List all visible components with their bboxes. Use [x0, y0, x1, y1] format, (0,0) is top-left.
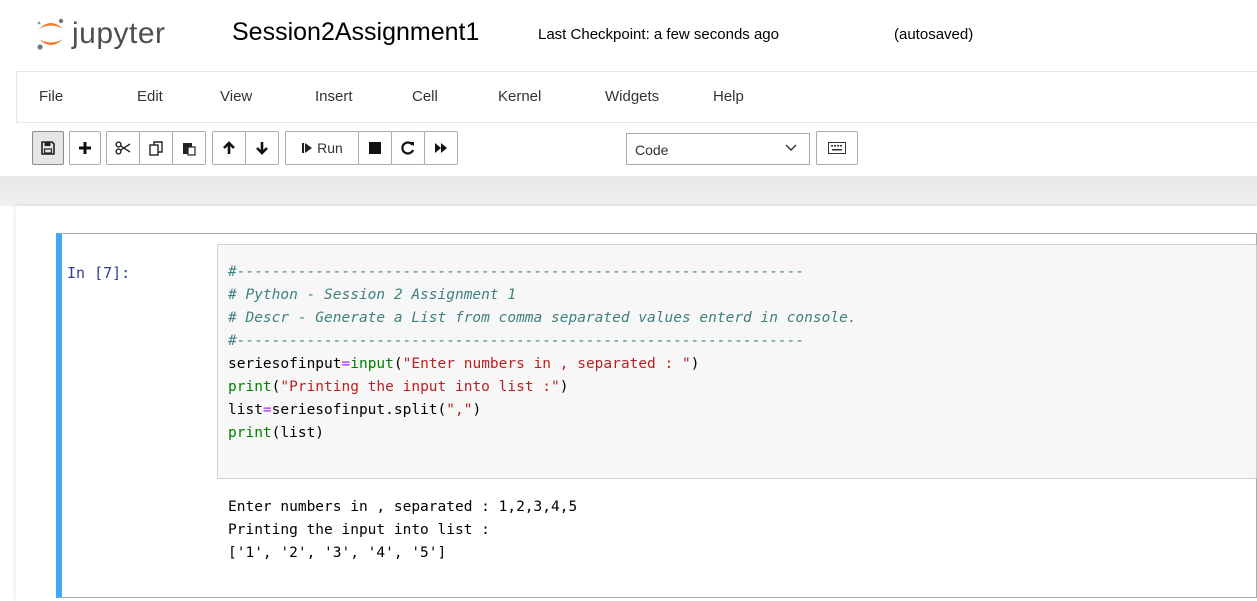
copy-icon	[149, 140, 163, 156]
menu-view[interactable]: View	[220, 88, 252, 105]
code-line: # Python - Session 2 Assignment 1	[228, 287, 517, 303]
command-palette-button[interactable]	[816, 131, 858, 165]
output-line: Enter numbers in , separated : 1,2,3,4,5	[228, 499, 578, 515]
code-line: print("Printing the input into list :")	[228, 379, 569, 395]
output-line: Printing the input into list :	[228, 522, 490, 538]
stop-icon	[369, 142, 381, 154]
code-content[interactable]: #---------------------------------------…	[228, 261, 857, 445]
paste-icon	[183, 142, 196, 156]
restart-run-all-button[interactable]	[424, 131, 458, 165]
arrow-up-icon	[223, 141, 235, 154]
save-button[interactable]	[32, 131, 64, 165]
menu-file[interactable]: File	[39, 88, 63, 105]
copy-button[interactable]	[139, 131, 173, 165]
menu-edit[interactable]: Edit	[137, 88, 163, 105]
code-line: print(list)	[228, 425, 325, 441]
fast-forward-icon	[435, 143, 447, 153]
run-button[interactable]: Run	[285, 131, 359, 165]
menu-cell[interactable]: Cell	[412, 88, 438, 105]
checkpoint-status: Last Checkpoint: a few seconds ago	[538, 26, 779, 43]
output-line: ['1', '2', '3', '4', '5']	[228, 545, 447, 561]
arrow-down-icon	[256, 142, 268, 155]
step-forward-icon	[302, 143, 313, 153]
jupyter-logo-text: jupyter	[72, 17, 166, 50]
restart-icon	[401, 141, 415, 155]
insert-cell-button[interactable]	[69, 131, 101, 165]
menu-bar: File Edit View Insert Cell Kernel Widget…	[16, 71, 1257, 123]
jupyter-logo[interactable]: jupyter	[36, 14, 166, 54]
toolbar-separator-band	[0, 176, 1257, 206]
code-line: # Descr - Generate a List from comma sep…	[228, 310, 857, 326]
menu-insert[interactable]: Insert	[315, 88, 353, 105]
paste-button[interactable]	[172, 131, 206, 165]
scissors-icon	[115, 141, 131, 155]
chevron-down-icon	[785, 144, 797, 151]
cut-button[interactable]	[106, 131, 140, 165]
cell-output: Enter numbers in , separated : 1,2,3,4,5…	[228, 496, 577, 565]
notebook-header: jupyter Session2Assignment1 Last Checkpo…	[0, 0, 1257, 68]
move-up-button[interactable]	[212, 131, 246, 165]
autosave-status: (autosaved)	[894, 26, 974, 43]
jupyter-logo-icon	[36, 17, 66, 51]
save-icon	[41, 141, 55, 155]
menu-widgets[interactable]: Widgets	[605, 88, 659, 105]
menu-kernel[interactable]: Kernel	[498, 88, 541, 105]
cell-type-value: Code	[635, 142, 669, 158]
plus-icon	[79, 142, 91, 154]
cell-type-select[interactable]: Code	[626, 133, 810, 165]
menu-help[interactable]: Help	[713, 88, 744, 105]
code-line: #---------------------------------------…	[228, 264, 805, 280]
code-line: list=seriesofinput.split(",")	[228, 402, 482, 418]
interrupt-kernel-button[interactable]	[358, 131, 392, 165]
code-line: #---------------------------------------…	[228, 333, 805, 349]
keyboard-icon	[828, 142, 846, 154]
input-prompt: In [7]:	[67, 264, 131, 282]
restart-kernel-button[interactable]	[391, 131, 425, 165]
run-button-label: Run	[317, 140, 343, 156]
code-line: seriesofinput=input("Enter numbers in , …	[228, 356, 700, 372]
move-down-button[interactable]	[245, 131, 279, 165]
notebook-title[interactable]: Session2Assignment1	[232, 18, 479, 47]
